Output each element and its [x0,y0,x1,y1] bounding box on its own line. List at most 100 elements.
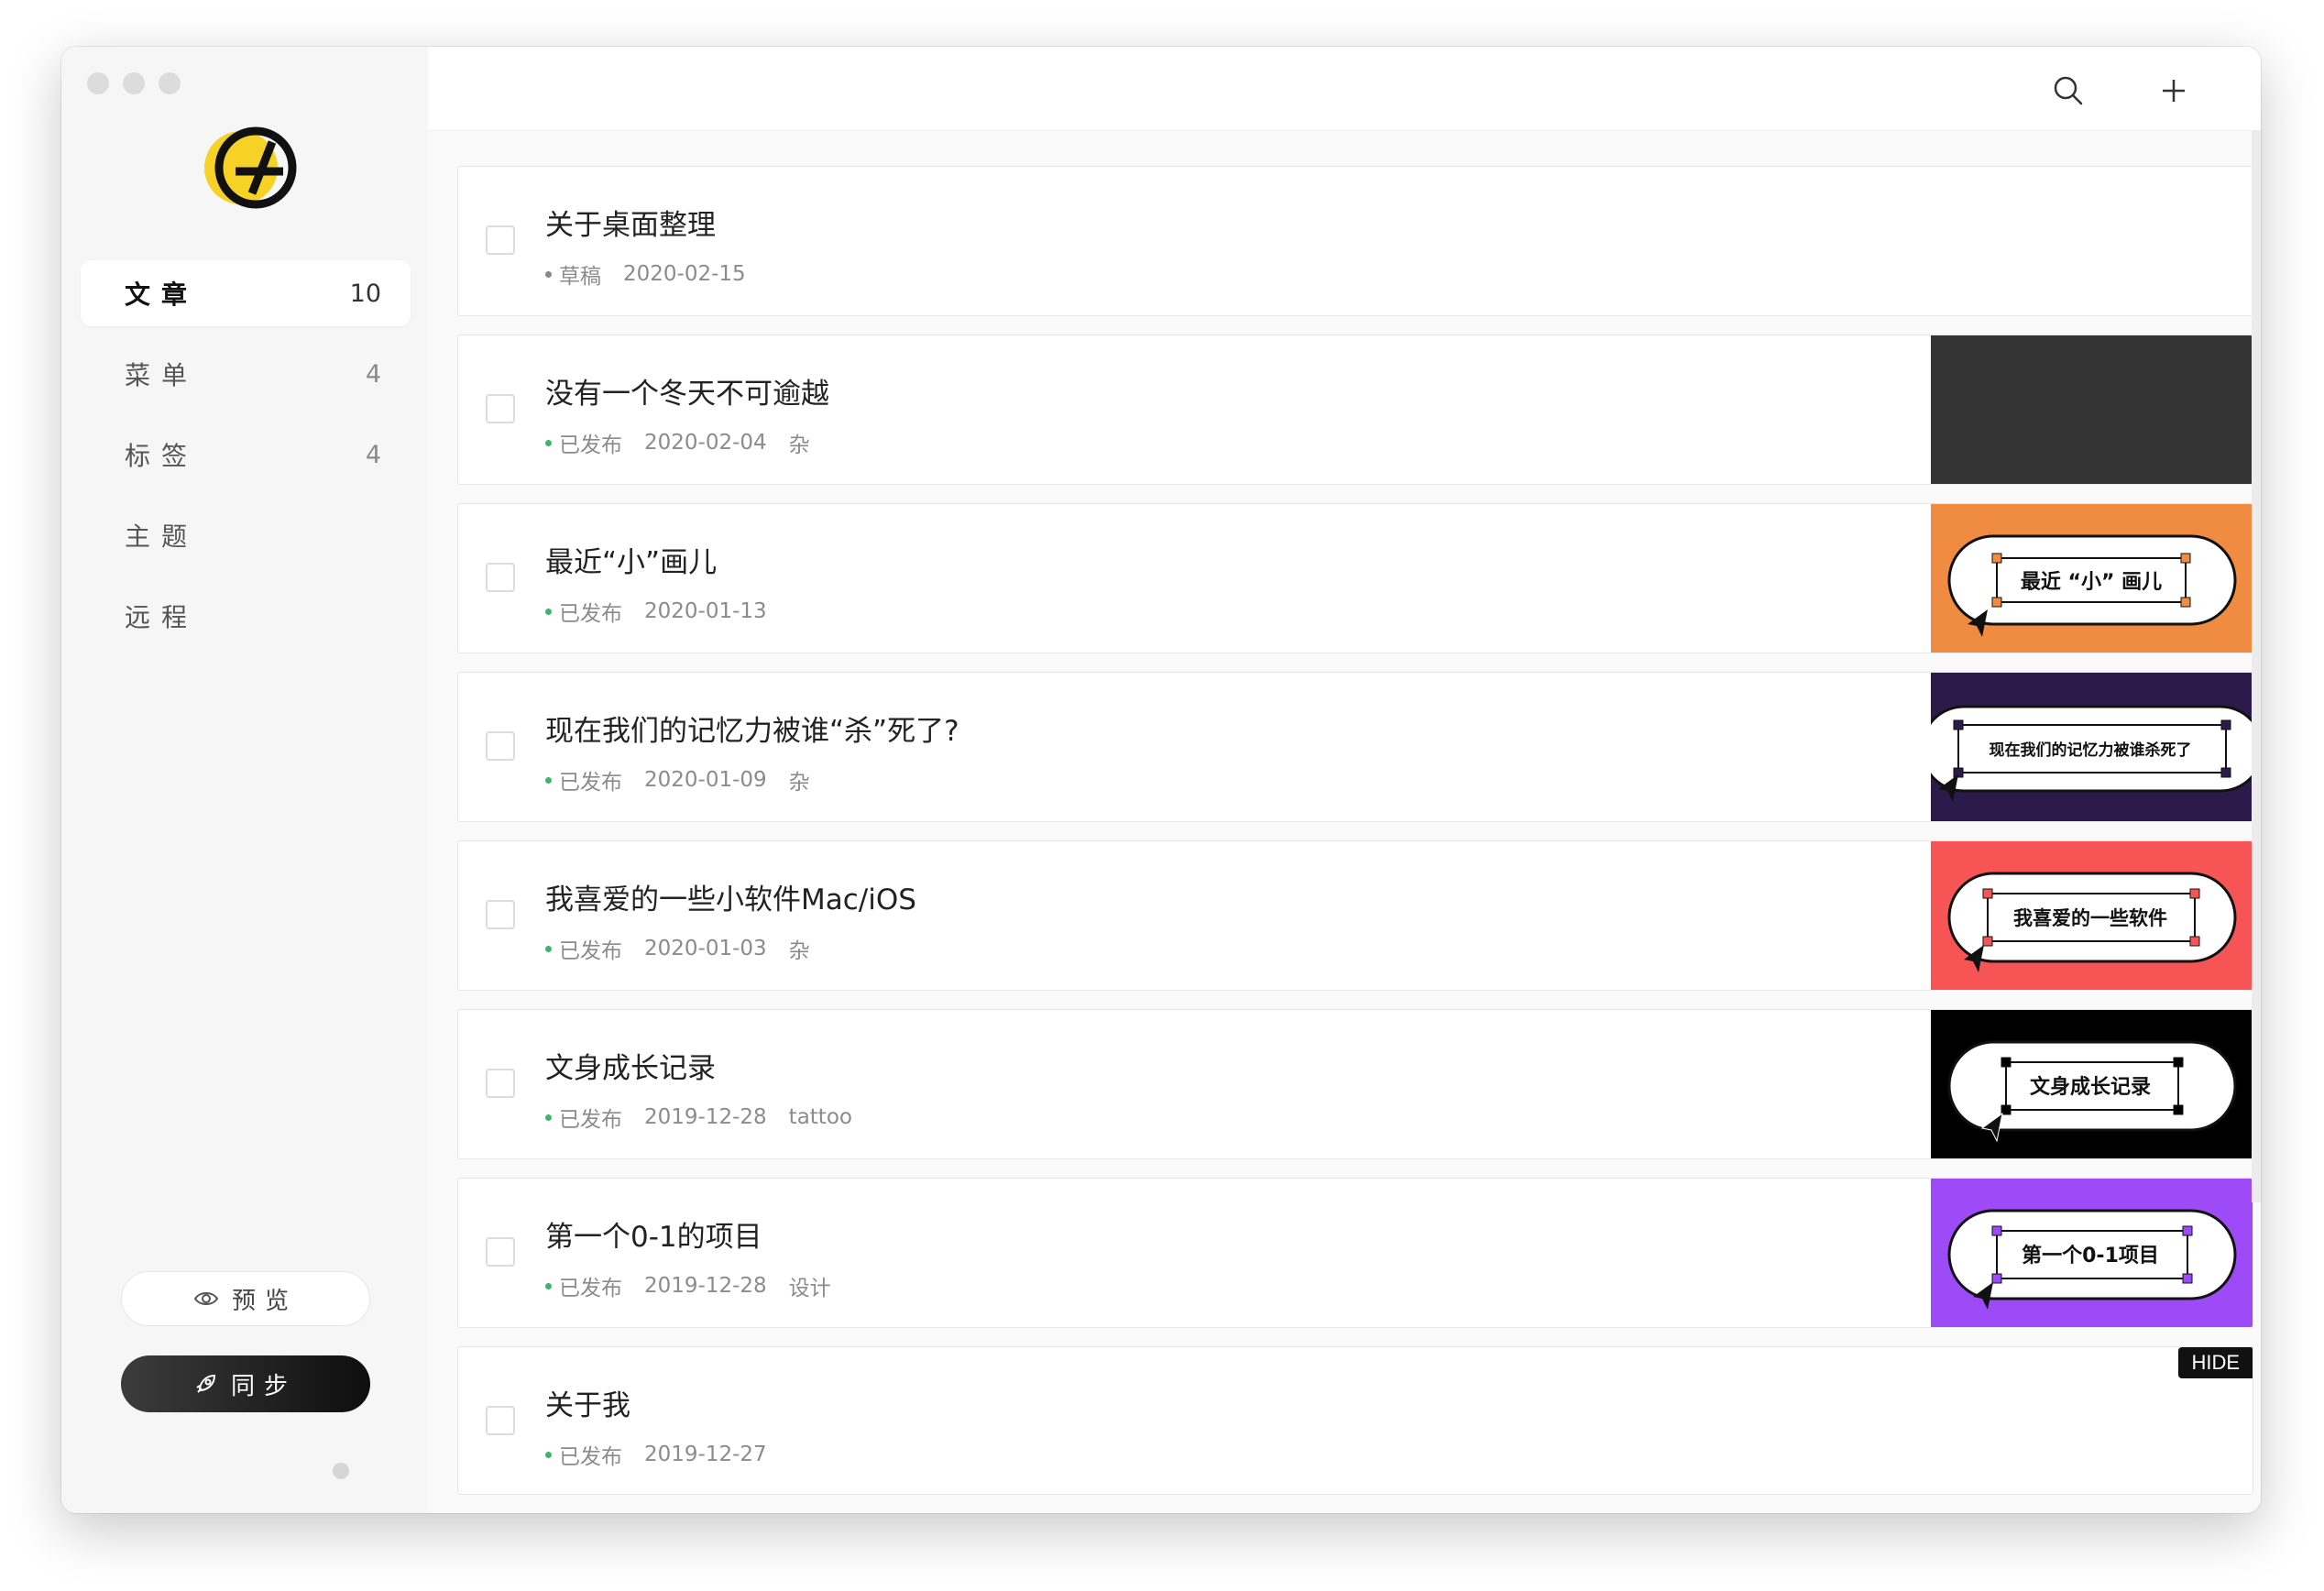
zoom-window-button[interactable] [159,72,181,94]
sidebar-item-tags[interactable]: 标签 4 [81,422,411,488]
post-title: 文身成长记录 [545,1052,716,1085]
minimize-window-button[interactable] [123,72,145,94]
published-status-dot [545,776,552,784]
post-card[interactable]: 文身成长记录 已发布 2019-12-28 tattoo 文身成长记录 [457,1009,2253,1159]
post-date: 2019-12-28 [644,1274,767,1298]
published-status-dot [545,1282,552,1289]
post-status: 已发布 [559,939,622,963]
post-checkbox[interactable] [486,1069,515,1098]
sidebar-item-articles[interactable]: 文章 10 [81,260,411,326]
published-status-dot [545,945,552,952]
published-status-dot [545,608,552,615]
post-card[interactable]: 我喜爱的一些小软件Mac/iOS 已发布 2020-01-03 杂 我喜爱的一些… [457,840,2253,991]
sync-button[interactable]: 同步 [121,1355,370,1412]
post-card[interactable]: 第一个0-1的项目 已发布 2019-12-28 设计 第一个0-1项目 [457,1178,2253,1328]
post-date: 2020-02-04 [644,431,767,455]
sidebar-item-label: 菜单 [125,360,199,390]
post-status: 已发布 [559,602,622,626]
post-thumbnail: 文身成长记录 [1931,1010,2253,1158]
sync-button-label: 同步 [230,1372,297,1400]
add-icon[interactable] [2157,74,2190,107]
post-tag: 设计 [788,1277,831,1300]
post-card[interactable]: 关于桌面整理 草稿 2020-02-15 [457,166,2253,316]
post-thumbnail [1931,335,2253,484]
post-title: 关于我 [545,1389,630,1422]
thumbnail-text: 我喜爱的一些软件 [2013,907,2167,929]
search-icon[interactable] [2052,74,2085,107]
sidebar-item-menus[interactable]: 菜单 4 [81,341,411,407]
hidden-badge: HIDE [2178,1347,2253,1378]
post-checkbox[interactable] [486,1406,515,1435]
post-meta: 已发布 2020-01-13 [545,596,789,627]
post-card[interactable]: 关于我 已发布 2019-12-27 HIDE [457,1346,2253,1495]
post-date: 2020-01-03 [644,937,767,960]
post-meta: 已发布 2019-12-28 设计 [545,1270,831,1301]
post-meta: 已发布 2020-01-09 杂 [545,764,810,796]
post-status: 已发布 [559,433,622,457]
thumbnail-text: 最近 “小” 画儿 [2021,570,2162,594]
thumbnail-text: 第一个0-1项目 [2022,1244,2159,1267]
sidebar-item-remote[interactable]: 远程 [81,583,411,649]
post-meta: 已发布 2020-02-04 杂 [545,427,810,458]
post-title: 没有一个冬天不可逾越 [545,378,829,411]
post-checkbox[interactable] [486,225,515,255]
sidebar-item-label: 主题 [125,521,199,552]
post-title: 最近“小”画儿 [545,546,718,579]
post-tag: tattoo [788,1105,852,1129]
post-title: 第一个0-1的项目 [545,1221,762,1254]
published-status-dot [545,439,552,446]
preview-button[interactable]: 预览 [121,1271,370,1326]
post-meta: 已发布 2020-01-03 杂 [545,933,810,964]
sidebar-item-count: 4 [365,359,381,389]
post-checkbox[interactable] [486,900,515,929]
post-checkbox[interactable] [486,1237,515,1267]
post-status: 已发布 [559,1108,622,1132]
published-status-dot [545,1114,552,1121]
post-date: 2019-12-28 [644,1105,767,1129]
thumbnail-text: 现在我们的记忆力被谁杀死了 [1990,741,2192,760]
app-logo-icon [204,126,297,209]
post-thumbnail: 现在我们的记忆力被谁杀死了 [1931,673,2253,821]
post-status: 已发布 [559,771,622,795]
window-controls [87,72,181,94]
post-checkbox[interactable] [486,394,515,423]
post-status: 已发布 [559,1445,622,1469]
post-card[interactable]: 现在我们的记忆力被谁“杀”死了? 已发布 2020-01-09 杂 现在我们的记… [457,672,2253,822]
main-content: 关于桌面整理 草稿 2020-02-15 没有一个冬天不可逾越 已发布 2020… [428,47,2261,1513]
post-checkbox[interactable] [486,731,515,761]
post-meta: 草稿 2020-02-15 [545,258,768,290]
post-status: 草稿 [559,265,601,289]
post-tag: 杂 [788,433,810,457]
post-date: 2019-12-27 [644,1443,767,1466]
post-date: 2020-01-09 [644,768,767,792]
post-thumbnail: 最近 “小” 画儿 [1931,504,2253,653]
post-date: 2020-01-13 [644,599,767,623]
post-title: 关于桌面整理 [545,209,716,242]
sidebar-item-themes[interactable]: 主题 [81,502,411,568]
thumbnail-text: 文身成长记录 [2030,1075,2151,1099]
close-window-button[interactable] [87,72,109,94]
draft-status-dot [545,270,552,278]
connection-status-dot [333,1463,349,1479]
app-window: 文章 10 菜单 4 标签 4 主题 远程 预览 同步 关于桌面整理 草稿 20… [61,47,2261,1513]
post-date: 2020-02-15 [623,262,746,286]
published-status-dot [545,1451,552,1458]
preview-button-label: 预览 [231,1287,298,1315]
scrollbar[interactable] [2252,130,2261,1202]
post-meta: 已发布 2019-12-27 [545,1439,789,1470]
post-title: 现在我们的记忆力被谁“杀”死了? [545,715,959,748]
eye-icon [193,1292,219,1305]
post-title: 我喜爱的一些小软件Mac/iOS [545,883,916,916]
sidebar-item-label: 标签 [125,441,199,471]
sidebar-item-count: 4 [365,440,381,469]
post-checkbox[interactable] [486,563,515,592]
toolbar [428,47,2261,131]
sidebar-item-label: 远程 [125,602,199,632]
sidebar: 文章 10 菜单 4 标签 4 主题 远程 预览 同步 [61,47,428,1513]
sidebar-item-count: 10 [349,279,381,308]
post-card[interactable]: 最近“小”画儿 已发布 2020-01-13 最近 “小” 画儿 [457,503,2253,653]
post-meta: 已发布 2019-12-28 tattoo [545,1102,852,1133]
post-thumbnail: 第一个0-1项目 [1931,1179,2253,1327]
post-card[interactable]: 没有一个冬天不可逾越 已发布 2020-02-04 杂 [457,335,2253,485]
post-thumbnail: 我喜爱的一些软件 [1931,841,2253,990]
